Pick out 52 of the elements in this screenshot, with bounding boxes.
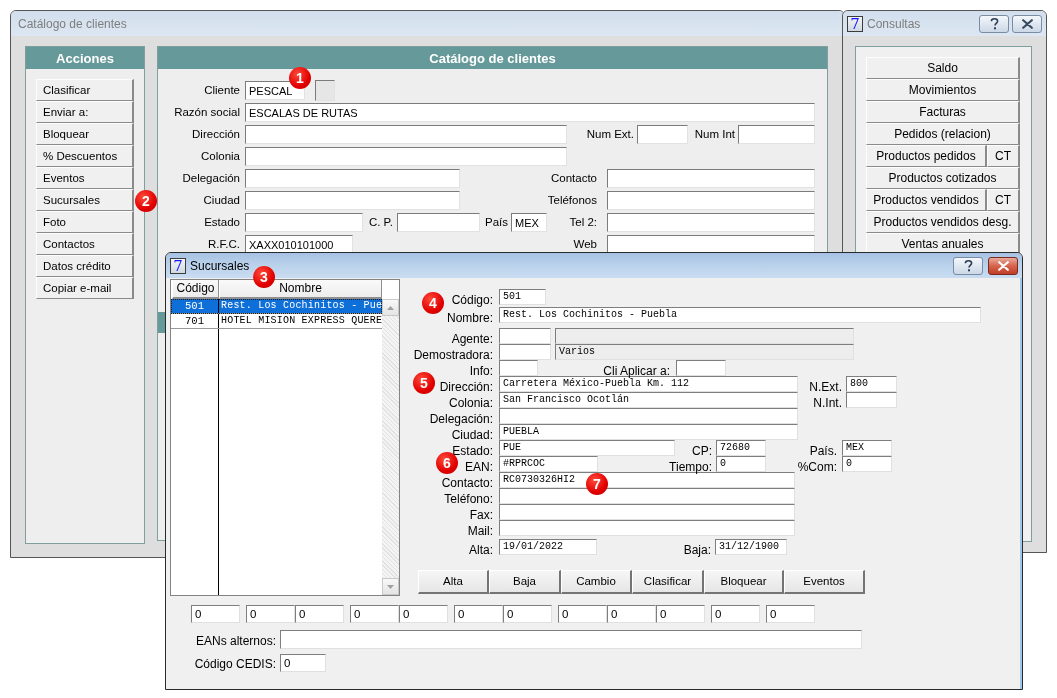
field-label: País. <box>809 444 837 458</box>
field-label: Baja: <box>683 543 711 557</box>
field-label: Contacto <box>550 171 597 185</box>
field-label: N.Int. <box>813 396 842 410</box>
field-label: N.Ext. <box>809 380 842 394</box>
field-label: %Com: <box>797 460 837 474</box>
field-label: Num Int <box>694 127 735 141</box>
list-cell-text: HOTEL MISION EXPRESS QUERE <box>220 314 382 328</box>
field-label: Tel 2: <box>569 215 597 229</box>
window-title: Consultas <box>867 16 921 31</box>
window-title: Catálogo de clientes <box>18 16 127 31</box>
field-label: Num Ext. <box>586 127 634 141</box>
field-label: Fax: <box>469 508 493 522</box>
list-cell-text: Rest. Los Cochinitos - Pue <box>220 299 382 313</box>
field-label: EANs alternos: <box>195 633 276 648</box>
field-label: Dirección <box>192 127 240 141</box>
field-label: Cli Aplicar a: <box>603 364 670 378</box>
field-label: País <box>485 215 508 229</box>
field-label: Teléfono: <box>444 492 493 506</box>
field-label: Alta: <box>469 543 493 557</box>
field-label: Teléfonos <box>547 193 597 207</box>
field-label: Colonia <box>201 149 240 163</box>
field-label: Info: <box>469 364 493 378</box>
field-label: Código CEDIS: <box>194 657 276 671</box>
window-title: Sucursales <box>190 258 250 273</box>
field-label: EAN: <box>465 460 493 474</box>
list-cell: 701 <box>171 314 219 328</box>
field-label: Web <box>573 237 597 251</box>
panel-title: Acciones <box>26 47 144 69</box>
field-label: Dirección: <box>439 380 493 394</box>
field-label: R.F.C. <box>208 237 240 251</box>
app-logo: 7 <box>847 15 863 32</box>
field-label: Mail: <box>467 524 493 538</box>
field-label: Delegación: <box>429 412 493 426</box>
field-label: Razón social <box>174 105 240 119</box>
field-label: Cliente <box>204 83 240 97</box>
field-label: Ciudad <box>203 193 240 207</box>
panel-title: Catálogo de clientes <box>158 47 827 69</box>
field-label: Contacto: <box>441 476 493 490</box>
field-label: Nombre: <box>447 311 493 325</box>
field-label: Tiempo: <box>669 460 712 474</box>
field-label: Código: <box>451 293 493 307</box>
field-label: Colonia: <box>448 396 493 410</box>
field-label: Demostradora: <box>413 348 493 362</box>
field-label: Estado <box>204 215 240 229</box>
field-label: Agente: <box>451 332 493 346</box>
field-label: Ciudad: <box>451 428 493 442</box>
app-logo: 7 <box>170 257 186 274</box>
field-label: C. P. <box>368 215 393 229</box>
field-label: Delegación <box>182 171 240 185</box>
list-cell: 501 <box>171 299 219 313</box>
field-label: CP: <box>692 444 712 458</box>
